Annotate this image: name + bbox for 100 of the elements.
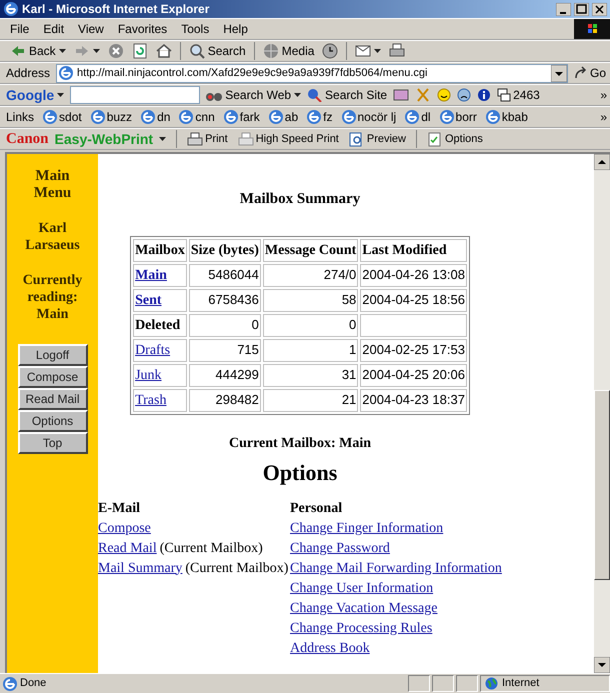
globe-button[interactable]: Media <box>262 42 314 60</box>
scrollbar[interactable] <box>594 154 610 673</box>
link-button[interactable]: sdot <box>42 108 82 126</box>
option-note: (Current Mailbox) <box>185 560 288 578</box>
forward-arrow-button[interactable] <box>74 43 100 59</box>
forward-arrow-icon <box>74 43 90 59</box>
google-logo[interactable]: Google <box>6 85 64 105</box>
envelope-button[interactable] <box>355 43 382 59</box>
page-icon <box>58 65 74 81</box>
menu-item[interactable]: Edit <box>43 20 64 38</box>
caret-icon[interactable] <box>57 93 64 97</box>
clock-button[interactable] <box>322 43 338 59</box>
table-cell: 1 <box>262 338 358 362</box>
table-cell: 58 <box>262 288 358 312</box>
link-button[interactable]: nocör lj <box>340 108 396 126</box>
link-button[interactable]: kbab <box>484 108 528 126</box>
page-icon <box>306 109 322 125</box>
printer-button[interactable] <box>389 43 406 59</box>
option-link[interactable]: Change Password <box>290 538 502 558</box>
page-heading: Mailbox Summary <box>240 190 360 209</box>
sidebar-button[interactable]: Top <box>18 432 88 454</box>
option-link[interactable]: Change Mail Forwarding Information <box>290 558 502 578</box>
sidebar-button[interactable]: Compose <box>18 366 88 388</box>
table-cell: 5486044 <box>188 264 261 286</box>
search-field[interactable] <box>70 86 200 104</box>
search-button[interactable]: Search <box>188 42 246 60</box>
printer-icon <box>187 132 204 146</box>
caret-icon[interactable] <box>374 49 382 53</box>
option-link[interactable]: Address Book <box>290 638 502 658</box>
caret-icon[interactable] <box>294 93 302 97</box>
option-link[interactable]: Read Mail <box>98 538 157 558</box>
frown-icon[interactable] <box>457 88 472 102</box>
menu-item[interactable]: File <box>10 20 30 38</box>
option-link[interactable]: Change Finger Information <box>290 518 502 538</box>
scroll-down-icon[interactable] <box>594 657 610 673</box>
table-cell: 715 <box>188 338 261 362</box>
caret-icon[interactable] <box>58 49 66 53</box>
printer-icon <box>389 43 406 59</box>
clock-icon <box>322 43 338 59</box>
print-bar-button[interactable]: High Speed Print <box>238 130 339 148</box>
dropdown-icon[interactable] <box>550 64 567 82</box>
link-button[interactable]: borr <box>438 108 477 126</box>
more-button[interactable]: » <box>600 108 610 126</box>
link-button[interactable]: fark <box>222 108 260 126</box>
link-button[interactable]: dl <box>404 108 431 126</box>
caret-icon[interactable] <box>159 137 166 141</box>
easy-webprint-menu[interactable]: Canon Easy-WebPrint <box>6 129 166 149</box>
smiley-icon[interactable] <box>437 88 452 102</box>
search-web-button[interactable]: Search Web <box>206 86 302 104</box>
home-button[interactable] <box>156 43 172 59</box>
table-cell: 2004-04-25 20:06 <box>360 364 467 386</box>
option-link[interactable]: Change Processing Rules <box>290 618 502 638</box>
go-button[interactable]: Go <box>574 64 610 82</box>
print-bar-button[interactable]: Preview <box>348 130 406 148</box>
column-heading: E-Mail <box>98 500 141 518</box>
link-button[interactable]: buzz <box>90 108 132 126</box>
page-icon <box>404 109 420 125</box>
page-icon <box>340 109 356 125</box>
link-button[interactable]: ab <box>268 108 298 126</box>
menu-item[interactable]: Favorites <box>118 20 168 38</box>
option-link[interactable]: Change User Information <box>290 578 502 598</box>
reading-status: Currently reading: Main <box>22 272 84 323</box>
table-cell: 274/0 <box>262 264 358 286</box>
refresh-button[interactable] <box>132 43 148 59</box>
status-pane <box>408 675 430 692</box>
sidebar-button[interactable]: Read Mail <box>18 388 88 410</box>
arrow-icon <box>574 66 588 80</box>
minimize-icon[interactable] <box>556 2 571 16</box>
menu-item[interactable]: View <box>78 20 104 38</box>
info-icon[interactable] <box>477 88 492 102</box>
caret-icon[interactable] <box>92 49 100 53</box>
print-bar-button[interactable]: Print <box>187 130 228 148</box>
scroll-up-icon[interactable] <box>594 154 610 170</box>
menu-item[interactable]: Help <box>223 20 248 38</box>
link-button[interactable]: fz <box>306 108 332 126</box>
sidebar-button[interactable]: Options <box>18 410 88 432</box>
link-button[interactable]: dn <box>140 108 170 126</box>
address-field[interactable]: http://mail.ninjacontrol.com/Xafd29e9e9c9e9a9a939f7fdb5064/menu.cgi <box>56 64 568 82</box>
table-cell: 0 <box>262 314 358 336</box>
sidebar-title: Main Menu <box>32 168 72 202</box>
more-button[interactable]: » <box>600 86 610 104</box>
link-button[interactable]: cnn <box>178 108 215 126</box>
user-name: Karl Larsaeus <box>24 220 81 254</box>
option-link[interactable]: Change Vacation Message <box>290 598 502 618</box>
envelope-icon <box>355 43 372 59</box>
stop-button[interactable] <box>108 43 124 59</box>
sidebar-button[interactable]: Logoff <box>18 344 88 366</box>
scroll-thumb[interactable] <box>594 390 610 580</box>
checklist-icon <box>427 132 443 146</box>
close-icon[interactable] <box>592 2 607 16</box>
maximize-icon[interactable] <box>574 2 589 16</box>
search-site-button[interactable]: Search Site <box>307 86 388 104</box>
back-arrow-button[interactable]: Back <box>10 42 66 60</box>
page-icon <box>2 676 18 692</box>
pagerank-button[interactable]: 2463 <box>497 86 540 104</box>
print-bar-button[interactable]: Options <box>427 130 483 148</box>
menu-item[interactable]: Tools <box>181 20 210 38</box>
option-link[interactable]: Mail Summary <box>98 558 182 578</box>
page-icon <box>42 109 58 125</box>
option-link[interactable]: Compose <box>98 518 151 538</box>
